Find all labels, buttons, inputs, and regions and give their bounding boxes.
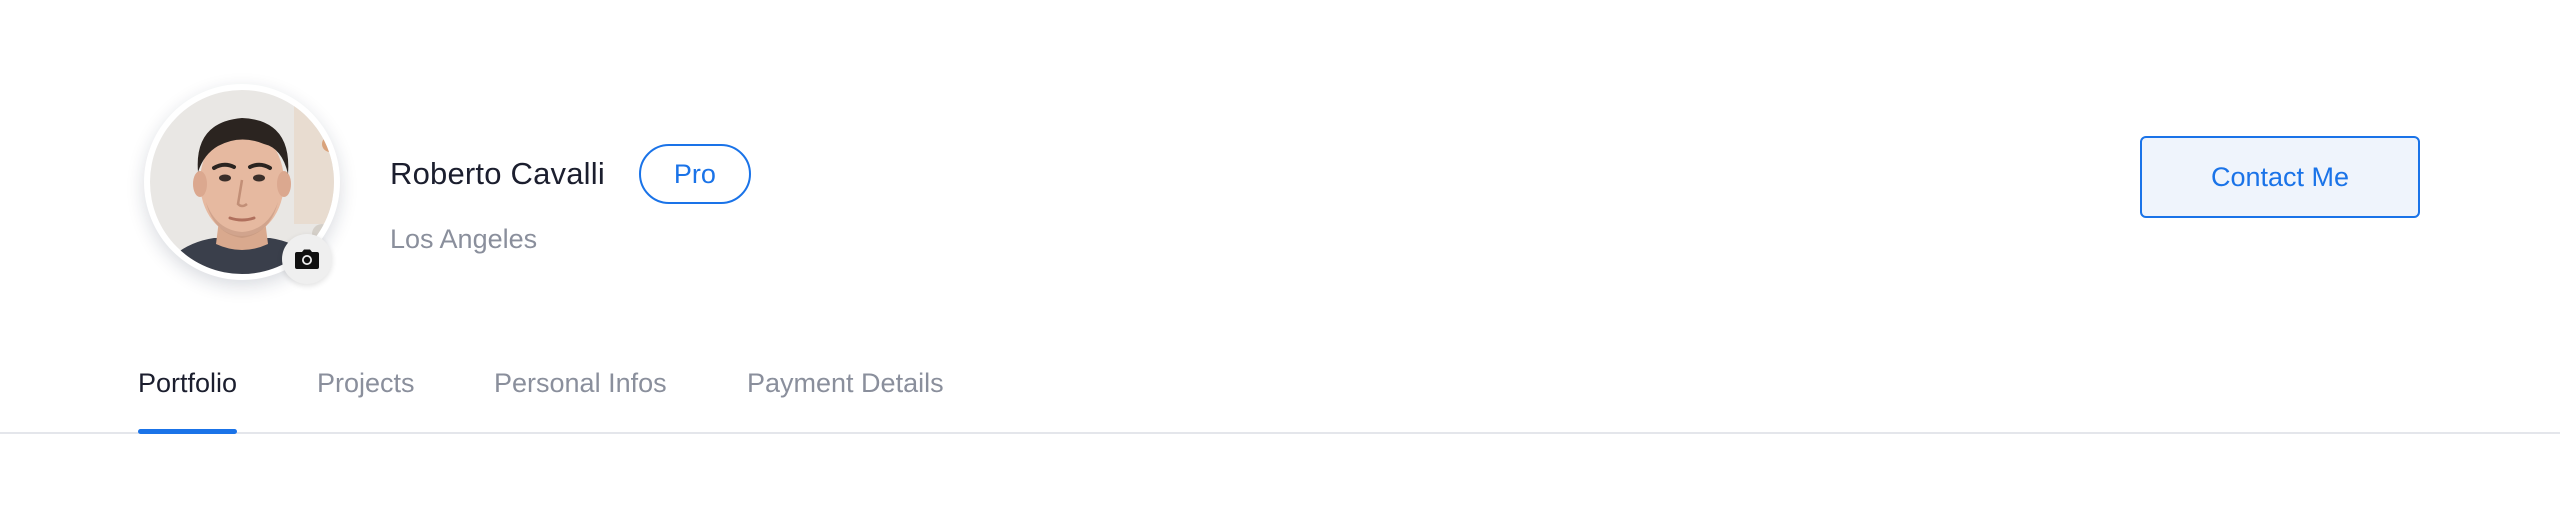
avatar-container [144,84,340,284]
tab-label: Portfolio [138,368,238,398]
profile-location: Los Angeles [390,224,538,254]
profile-name: Roberto Cavalli [390,156,605,191]
tab-projects[interactable]: Projects [317,360,415,432]
tab-label: Payment Details [747,368,944,398]
profile-tabs: Portfolio Projects Personal Infos Paymen… [0,360,2560,434]
camera-icon [295,249,319,269]
active-tab-indicator [138,429,238,434]
tab-payment-details[interactable]: Payment Details [747,360,944,432]
profile-identity: Roberto Cavalli Pro Los Angeles [390,138,751,255]
name-row: Roberto Cavalli Pro [390,138,751,210]
tab-label: Personal Infos [494,368,667,398]
contact-me-button[interactable]: Contact Me [2140,136,2420,218]
change-photo-button[interactable] [282,234,332,284]
profile-page: Roberto Cavalli Pro Los Angeles Contact … [0,0,2560,518]
tab-label: Projects [317,368,415,398]
pro-badge: Pro [638,144,751,204]
tab-personal-infos[interactable]: Personal Infos [494,360,667,432]
tab-portfolio[interactable]: Portfolio [138,360,238,434]
